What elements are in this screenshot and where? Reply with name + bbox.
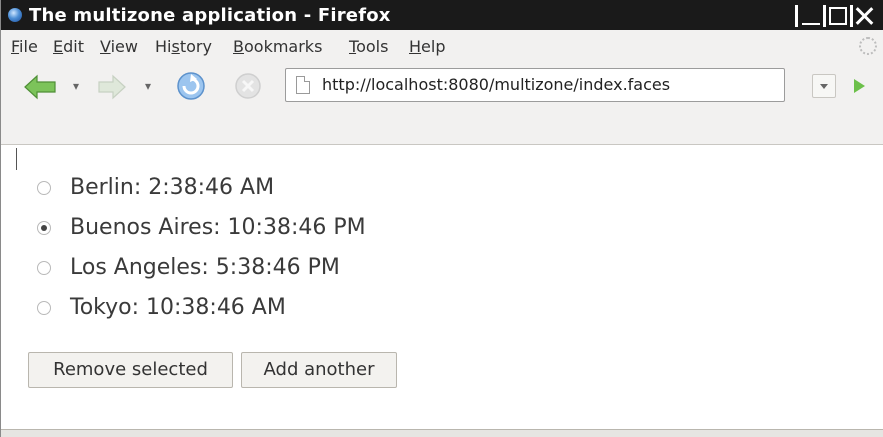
menu-help[interactable]: Help [409,37,445,56]
forward-history-dropdown[interactable]: ▾ [145,79,151,93]
titlebar-separator [823,5,826,27]
title-bar: The multizone application - Firefox [1,0,883,30]
zone-label: Tokyo: 10:38:46 AM [70,295,286,320]
radio-button-selected[interactable] [37,221,51,235]
menu-tools[interactable]: Tools [349,37,388,56]
radio-button[interactable] [37,301,51,315]
maximize-button[interactable] [829,7,847,25]
menu-edit[interactable]: Edit [53,37,84,56]
url-bar[interactable]: http://localhost:8080/multizone/index.fa… [285,68,785,102]
firefox-app-icon [8,8,22,22]
stop-icon[interactable] [234,72,262,100]
radio-button[interactable] [37,261,51,275]
url-text[interactable]: http://localhost:8080/multizone/index.fa… [322,75,670,94]
horizontal-scrollbar[interactable] [1,429,883,437]
browser-window: The multizone application - Firefox File… [0,0,883,437]
menu-history[interactable]: History [155,37,212,56]
remove-selected-button[interactable]: Remove selected [28,352,233,388]
window-title: The multizone application - Firefox [29,5,391,26]
zone-label: Berlin: 2:38:46 AM [70,175,275,200]
page-icon [296,76,310,94]
titlebar-separator [850,5,853,27]
minimize-button[interactable] [802,7,820,25]
zone-label: Los Angeles: 5:38:46 PM [70,255,340,280]
zone-label: Buenos Aires: 10:38:46 PM [70,215,366,240]
titlebar-separator [795,5,798,27]
text-caret [16,148,17,170]
menu-view[interactable]: View [100,37,138,56]
forward-arrow-icon[interactable] [97,74,127,100]
menu-file[interactable]: File [11,37,38,56]
menu-bookmarks[interactable]: Bookmarks [233,37,322,56]
radio-button[interactable] [37,181,51,195]
reload-icon[interactable] [175,70,207,102]
back-arrow-icon[interactable] [23,74,57,100]
go-arrow-icon[interactable] [847,74,871,98]
close-window-button[interactable] [855,7,873,25]
throbber-icon [859,37,877,55]
menu-bar: File Edit View History Bookmarks Tools H… [1,30,883,63]
back-history-dropdown[interactable]: ▾ [73,79,79,93]
url-history-dropdown[interactable] [812,74,836,98]
add-another-button[interactable]: Add another [241,352,397,388]
